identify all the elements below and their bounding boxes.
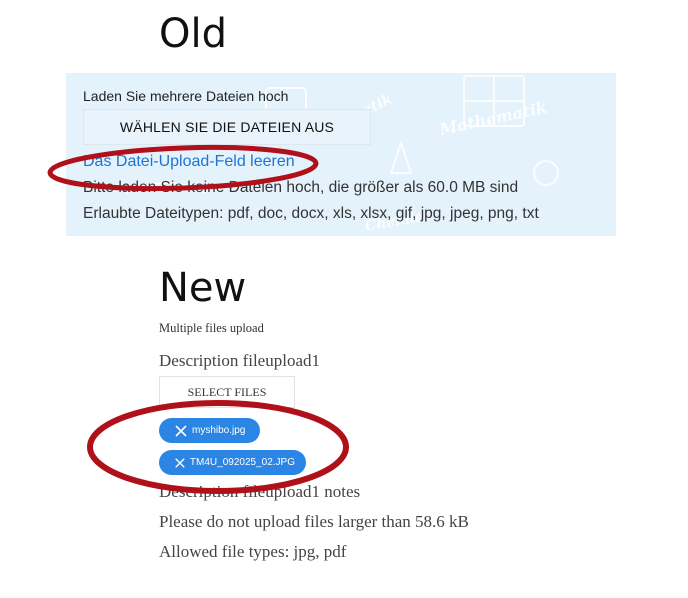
old-upload-label: Laden Sie mehrere Dateien hoch [83, 88, 289, 104]
old-clear-upload-link[interactable]: Das Datei-Upload-Feld leeren [83, 153, 295, 171]
remove-file-icon[interactable] [174, 424, 188, 438]
old-heading: Old [159, 11, 227, 57]
old-size-help: Bitte laden Sie keine Dateien hoch, die … [83, 179, 519, 196]
file-chip-name: TM4U_092025_02.JPG [189, 457, 295, 468]
old-upload-panel: Mathematik Informatik Chemie Laden Sie m… [66, 73, 616, 236]
new-multi-upload-label: Multiple files upload [159, 321, 264, 335]
old-select-files-button[interactable]: WÄHLEN SIE DIE DATEIEN AUS [83, 109, 371, 145]
file-chip[interactable]: myshibo.jpg [159, 418, 260, 443]
file-chip-name: myshibo.jpg [192, 425, 246, 436]
new-heading: New [159, 265, 247, 311]
new-select-files-button[interactable]: SELECT FILES [159, 376, 295, 408]
annotation-ellipse-new [87, 400, 349, 494]
new-description-notes: Description fileupload1 notes [159, 482, 361, 501]
remove-file-icon[interactable] [174, 456, 186, 470]
new-size-help: Please do not upload files larger than 5… [159, 512, 469, 531]
old-types-help: Erlaubte Dateitypen: pdf, doc, docx, xls… [83, 205, 539, 222]
new-types-help: Allowed file types: jpg, pdf [159, 542, 347, 561]
file-chip[interactable]: TM4U_092025_02.JPG [159, 450, 306, 475]
new-description: Description fileupload1 [159, 351, 320, 370]
watermark-word-mathematik: Mathematik [437, 98, 549, 139]
